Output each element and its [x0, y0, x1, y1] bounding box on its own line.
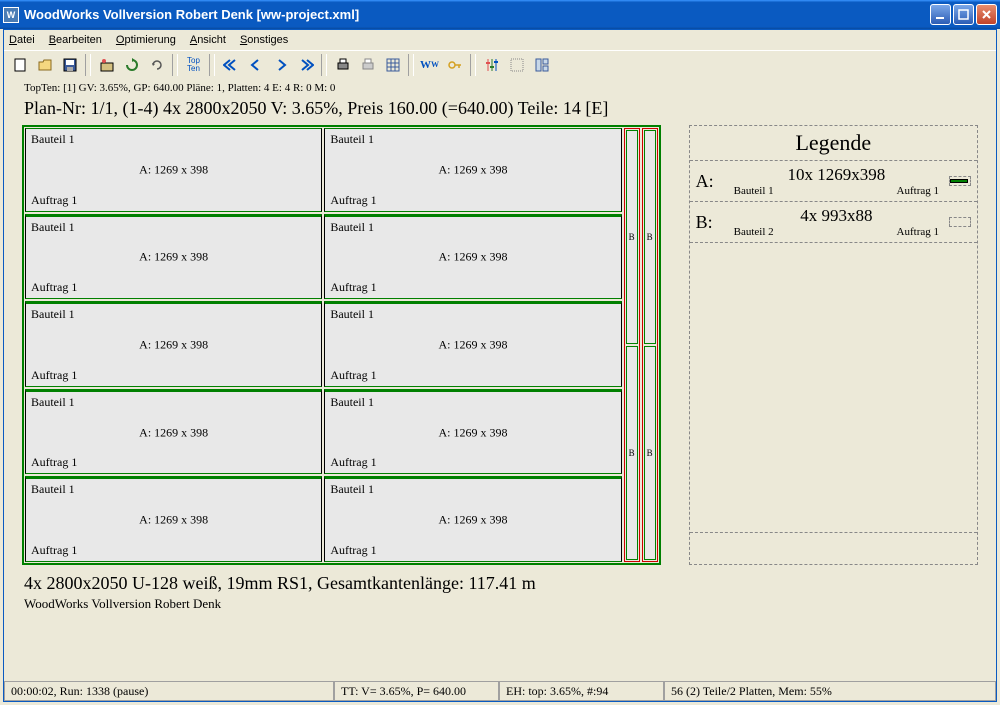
- status-mem: 56 (2) Teile/2 Platten, Mem: 55%: [664, 682, 996, 701]
- layout-icon[interactable]: [530, 54, 553, 76]
- menu-optimierung[interactable]: Optimierung: [116, 34, 176, 46]
- refresh-icon[interactable]: [120, 54, 143, 76]
- print2-icon[interactable]: [356, 54, 379, 76]
- next-icon[interactable]: [269, 54, 292, 76]
- print-icon[interactable]: [331, 54, 354, 76]
- cut-piece: Bauteil 1A: 1269 x 398Auftrag 1: [324, 476, 621, 562]
- cut-piece-b: B: [644, 346, 656, 560]
- cut-piece: Bauteil 1A: 1269 x 398Auftrag 1: [25, 128, 322, 212]
- cut-plan: Bauteil 1A: 1269 x 398Auftrag 1Bauteil 1…: [22, 125, 661, 565]
- first-icon[interactable]: [219, 54, 242, 76]
- plan-header: Plan-Nr: 1/1, (1-4) 4x 2800x2050 V: 3.65…: [4, 96, 996, 125]
- cut-piece: Bauteil 1A: 1269 x 398Auftrag 1: [25, 476, 322, 562]
- tool-icon-1[interactable]: [95, 54, 118, 76]
- save-icon[interactable]: [58, 54, 81, 76]
- cut-piece-b: B: [626, 346, 638, 560]
- grid-icon[interactable]: [381, 54, 404, 76]
- menu-ansicht[interactable]: Ansicht: [190, 34, 226, 46]
- legend-row-b: B: 4x 993x88 Bauteil 2Auftrag 1: [690, 202, 977, 243]
- last-icon[interactable]: [294, 54, 317, 76]
- legend-swatch-a: [949, 176, 971, 186]
- new-icon[interactable]: [8, 54, 31, 76]
- menu-bar: Datei Bearbeiten Optimierung Ansicht Son…: [4, 30, 996, 50]
- close-button[interactable]: [976, 4, 997, 25]
- cut-piece: Bauteil 1A: 1269 x 398Auftrag 1: [25, 389, 322, 475]
- status-eh: EH: top: 3.65%, #:94: [499, 682, 664, 701]
- open-icon[interactable]: [33, 54, 56, 76]
- legend-panel: Legende A: 10x 1269x398 Bauteil 1Auftrag…: [689, 125, 978, 565]
- sliders-icon[interactable]: [480, 54, 503, 76]
- cut-piece: Bauteil 1A: 1269 x 398Auftrag 1: [25, 214, 322, 300]
- toolbar: TopTen WW: [4, 50, 996, 78]
- ww-icon[interactable]: WW: [418, 54, 441, 76]
- cut-piece: Bauteil 1A: 1269 x 398Auftrag 1: [324, 389, 621, 475]
- cut-piece: Bauteil 1A: 1269 x 398Auftrag 1: [324, 301, 621, 387]
- window-title: WoodWorks Vollversion Robert Denk [ww-pr…: [24, 7, 928, 22]
- status-time: 00:00:02, Run: 1338 (pause): [4, 682, 334, 701]
- status-tt: TT: V= 3.65%, P= 640.00: [334, 682, 499, 701]
- title-bar: W WoodWorks Vollversion Robert Denk [ww-…: [0, 0, 1000, 29]
- prev-icon[interactable]: [244, 54, 267, 76]
- reload-icon[interactable]: [145, 54, 168, 76]
- topten-icon[interactable]: TopTen: [182, 54, 205, 76]
- topten-summary: TopTen: [1] GV: 3.65%, GP: 640.00 Pläne:…: [4, 78, 996, 96]
- legend-title: Legende: [690, 126, 977, 161]
- status-bar: 00:00:02, Run: 1338 (pause) TT: V= 3.65%…: [4, 681, 996, 701]
- menu-sonstiges[interactable]: Sonstiges: [240, 34, 288, 46]
- legend-swatch-b: [949, 217, 971, 227]
- menu-datei[interactable]: Datei: [9, 34, 35, 46]
- minimize-button[interactable]: [930, 4, 951, 25]
- key-icon[interactable]: [443, 54, 466, 76]
- cut-piece: Bauteil 1A: 1269 x 398Auftrag 1: [25, 301, 322, 387]
- cut-piece-b: B: [626, 130, 638, 344]
- legend-row-a: A: 10x 1269x398 Bauteil 1Auftrag 1: [690, 161, 977, 202]
- menu-bearbeiten[interactable]: Bearbeiten: [49, 34, 102, 46]
- cut-piece: Bauteil 1A: 1269 x 398Auftrag 1: [324, 214, 621, 300]
- dots-icon[interactable]: [505, 54, 528, 76]
- cut-piece-b: B: [644, 130, 656, 344]
- bottom-info: 4x 2800x2050 U-128 weiß, 19mm RS1, Gesam…: [4, 565, 996, 614]
- maximize-button[interactable]: [953, 4, 974, 25]
- cut-piece: Bauteil 1A: 1269 x 398Auftrag 1: [324, 128, 621, 212]
- app-icon: W: [3, 7, 19, 23]
